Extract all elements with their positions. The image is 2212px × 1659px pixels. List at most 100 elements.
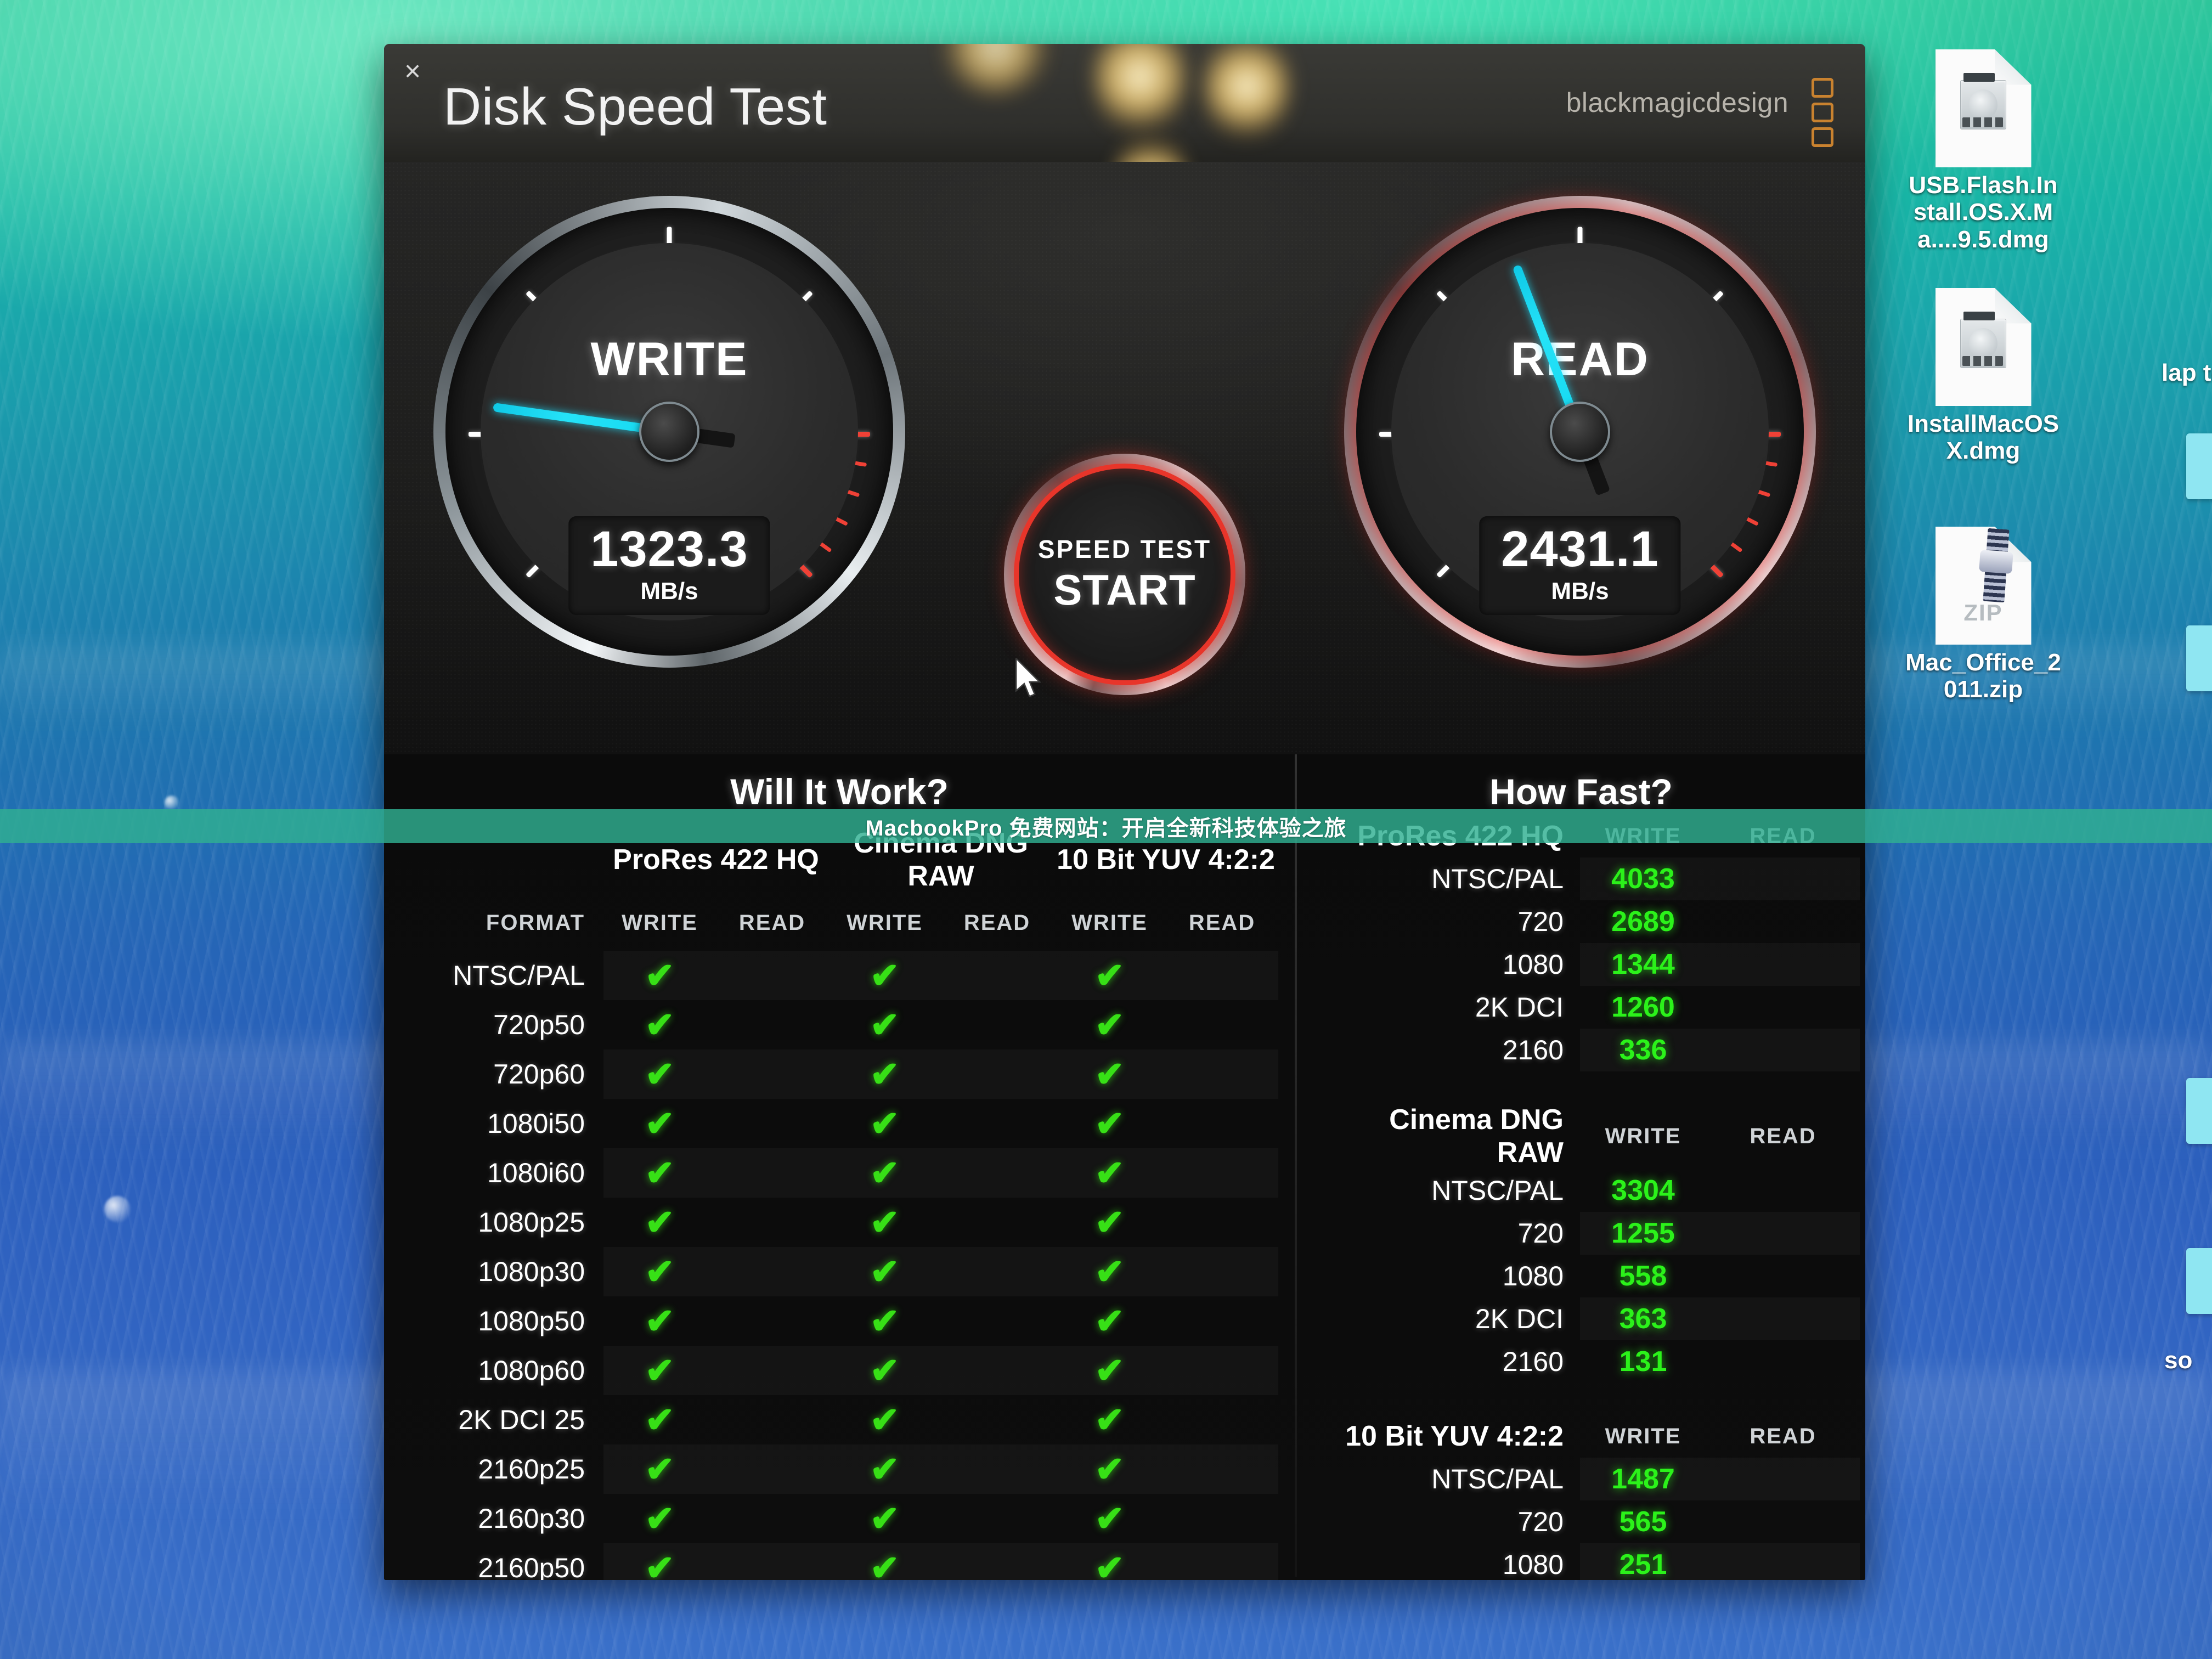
column-header: WRITE (1071, 910, 1148, 935)
supported-check-cell: ✔ (1053, 1296, 1166, 1346)
column-header: FORMAT (486, 910, 585, 935)
check-icon: ✔ (870, 1104, 900, 1143)
empty-cell (1166, 1444, 1278, 1494)
will-it-work-table: ProRes 422 HQ Cinema DNG RAW 10 Bit YUV 4:… (422, 827, 1278, 1580)
read-speed-value (1706, 1255, 1860, 1297)
desktop-edge-chip (2186, 1248, 2212, 1314)
supported-check-cell: ✔ (1053, 1049, 1166, 1099)
check-icon: ✔ (645, 1449, 675, 1489)
check-icon: ✔ (645, 1548, 675, 1580)
empty-cell (941, 1247, 1053, 1296)
supported-check-cell: ✔ (828, 1444, 941, 1494)
check-icon: ✔ (645, 1252, 675, 1291)
supported-check-cell: ✔ (1053, 951, 1166, 1000)
supported-check-cell: ✔ (1053, 1148, 1166, 1198)
check-icon: ✔ (645, 1054, 675, 1094)
empty-cell (1166, 1494, 1278, 1543)
table-row: 1080 1344 (1317, 943, 1860, 986)
table-row: 1080p25 ✔ ✔ ✔ (422, 1198, 1278, 1247)
empty-cell (1166, 1247, 1278, 1296)
empty-cell (941, 1444, 1053, 1494)
format-label: 2160 (1502, 1346, 1564, 1377)
disk-image-file-icon (1935, 49, 2032, 167)
desktop-edge-chip (2186, 1078, 2212, 1144)
check-icon: ✔ (870, 1449, 900, 1489)
check-icon: ✔ (870, 956, 900, 995)
check-icon: ✔ (870, 1203, 900, 1242)
write-speed-value: 2689 (1611, 906, 1675, 938)
table-row: 720p50 ✔ ✔ ✔ (422, 1000, 1278, 1049)
supported-check-cell: ✔ (1053, 1198, 1166, 1247)
format-label: NTSC/PAL (453, 960, 585, 991)
close-icon[interactable]: × (396, 56, 429, 89)
desktop-icon-zip-archive[interactable]: ZIP Mac_Office_2011.zip (1904, 527, 2063, 703)
format-label: 1080p25 (478, 1207, 585, 1238)
empty-cell (716, 1247, 828, 1296)
codec-group-label: Cinema DNG RAW (1389, 1104, 1564, 1169)
table-row: 2160 131 (1317, 1340, 1860, 1383)
check-icon: ✔ (645, 1203, 675, 1242)
write-speed-value: 1487 (1580, 1458, 1706, 1500)
format-label: 720p50 (493, 1009, 585, 1040)
how-fast-title: How Fast? (1489, 771, 1673, 812)
check-icon: ✔ (1094, 1499, 1125, 1538)
write-speed-value: 1255 (1580, 1212, 1706, 1255)
empty-cell (1166, 1346, 1278, 1395)
empty-cell (1166, 1000, 1278, 1049)
supported-check-cell: ✔ (828, 1099, 941, 1148)
desktop-icon-label: InstallMacOSX.dmg (1907, 410, 2059, 465)
empty-cell (941, 951, 1053, 1000)
desktop-edge-chip (2186, 625, 2212, 691)
check-icon: ✔ (645, 1400, 675, 1440)
wallpaper-bubble (104, 1196, 131, 1222)
check-icon: ✔ (645, 956, 675, 995)
format-label: 2160p30 (478, 1503, 585, 1534)
table-row: 1080p30 ✔ ✔ ✔ (422, 1247, 1278, 1296)
check-icon: ✔ (870, 1499, 900, 1538)
empty-cell (716, 1296, 828, 1346)
empty-cell (716, 1494, 828, 1543)
empty-cell (716, 1148, 828, 1198)
write-gauge: WRITE 1323.3 MB/s (433, 196, 905, 668)
format-label: 1080 (1502, 1549, 1564, 1580)
supported-check-cell: ✔ (828, 1543, 941, 1580)
desktop-edge-chip (2186, 433, 2212, 499)
supported-check-cell: ✔ (828, 1148, 941, 1198)
desktop-icon-disk-image-1[interactable]: USB.Flash.Install.OS.X.Ma....9.5.dmg (1904, 49, 2063, 253)
format-label: 1080 (1502, 949, 1564, 980)
supported-check-cell: ✔ (603, 1296, 716, 1346)
brand-logo-icon (1812, 78, 1833, 147)
empty-cell (941, 1543, 1053, 1580)
supported-check-cell: ✔ (603, 1148, 716, 1198)
empty-cell (941, 1198, 1053, 1247)
empty-cell (941, 1148, 1053, 1198)
supported-check-cell: ✔ (828, 1494, 941, 1543)
check-icon: ✔ (1094, 1351, 1125, 1390)
empty-cell (1166, 1395, 1278, 1444)
read-speed-value (1706, 1169, 1860, 1212)
desktop-icon-label: USB.Flash.Install.OS.X.Ma....9.5.dmg (1909, 172, 2058, 253)
supported-check-cell: ✔ (1053, 1346, 1166, 1395)
empty-cell (716, 1000, 828, 1049)
format-label: 2K DCI (1475, 992, 1564, 1023)
write-speed-value: 558 (1619, 1260, 1667, 1292)
check-icon: ✔ (870, 1153, 900, 1193)
column-header: READ (1750, 1424, 1816, 1448)
write-readout: 1323.3 MB/s (568, 516, 770, 615)
column-header: READ (1188, 910, 1256, 935)
read-value: 2431.1 (1501, 521, 1659, 577)
empty-cell (941, 1000, 1053, 1049)
supported-check-cell: ✔ (603, 1198, 716, 1247)
lens-glare (938, 44, 1053, 99)
supported-check-cell: ✔ (603, 1247, 716, 1296)
read-speed-value (1706, 1458, 1860, 1500)
desktop-icon-disk-image-2[interactable]: InstallMacOSX.dmg (1904, 288, 2063, 465)
read-gauge-label: READ (1511, 333, 1649, 386)
how-fast-group-header: Cinema DNG RAW WRITE READ (1317, 1103, 1860, 1169)
table-row: 1080p60 ✔ ✔ ✔ (422, 1346, 1278, 1395)
supported-check-cell: ✔ (828, 1247, 941, 1296)
check-icon: ✔ (1094, 1054, 1125, 1094)
column-header: READ (738, 910, 806, 935)
desktop-edge-text-1: lap to (2162, 359, 2212, 386)
table-row: 1080i50 ✔ ✔ ✔ (422, 1099, 1278, 1148)
